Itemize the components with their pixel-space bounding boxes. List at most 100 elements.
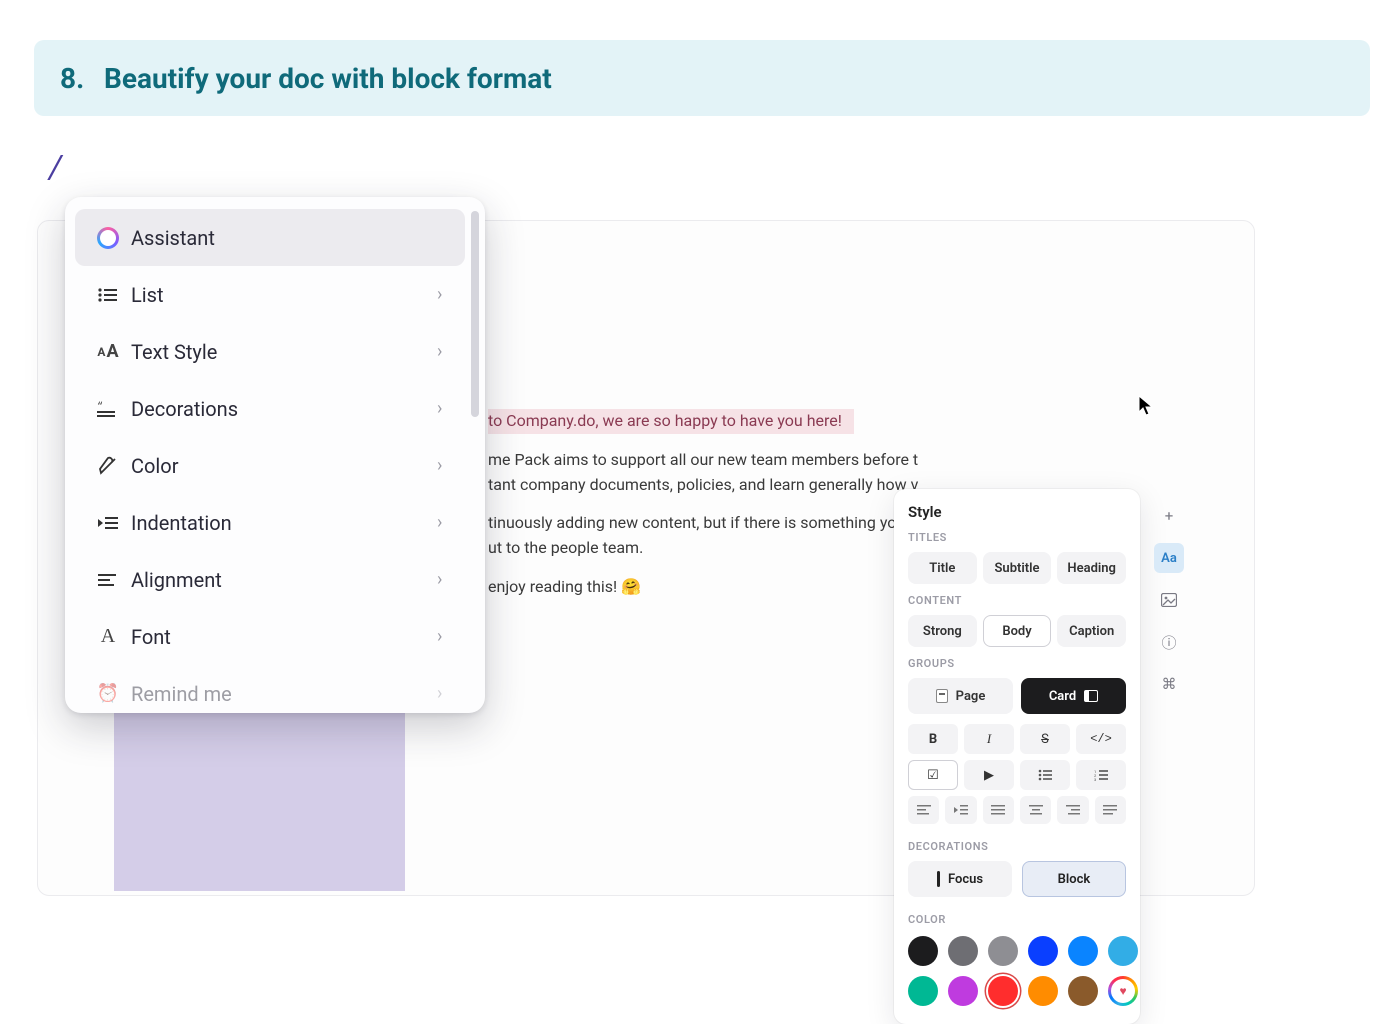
slash-input-cursor[interactable]: / — [49, 148, 62, 186]
checklist-button[interactable]: ☑︎ — [908, 760, 958, 790]
style-strong-button[interactable]: Strong — [908, 615, 977, 647]
strike-button[interactable]: S — [1020, 724, 1070, 754]
chevron-right-icon: › — [437, 683, 465, 704]
menu-item-decorations[interactable]: “Decorations› — [75, 380, 465, 437]
doc-highlighted-line: to Company.do, we are so happy to have y… — [488, 409, 854, 434]
menu-item-label: Alignment — [131, 568, 437, 592]
menu-item-remind-me[interactable]: ⏰ Remind me› — [75, 665, 465, 713]
chevron-right-icon: › — [437, 626, 465, 647]
color-swatch[interactable] — [1068, 976, 1098, 1006]
focus-bar-icon — [937, 871, 940, 887]
bulleted-icon — [1038, 769, 1052, 781]
menu-item-label: Decorations — [131, 397, 437, 421]
color-swatches — [908, 936, 1126, 1006]
bold-button[interactable]: B — [908, 724, 958, 754]
decoration-block-button[interactable]: Block — [1022, 861, 1126, 897]
decorations-label: DECORATIONS — [908, 840, 1126, 853]
chevron-right-icon: › — [437, 284, 465, 305]
groups-label: GROUPS — [908, 657, 1126, 670]
menu-item-indentation[interactable]: Indentation› — [75, 494, 465, 551]
indent-icon — [98, 515, 118, 531]
sidebar-image-button[interactable] — [1154, 585, 1184, 615]
code-button[interactable]: </> — [1076, 724, 1126, 754]
section-header: 8. Beautify your doc with block format — [34, 40, 1370, 116]
mouse-cursor-icon — [1138, 395, 1156, 417]
chevron-right-icon: › — [437, 341, 465, 362]
svg-text:3: 3 — [1094, 777, 1096, 781]
menu-item-text-style[interactable]: AAText Style› — [75, 323, 465, 380]
chevron-right-icon: › — [437, 569, 465, 590]
play-icon: ▶ — [984, 768, 994, 783]
right-sidebar: + Aa ⓘ ⌘ — [1152, 501, 1186, 699]
decorations-icon: “ — [97, 401, 119, 417]
section-number: 8. — [60, 62, 104, 95]
chevron-right-icon: › — [437, 512, 465, 533]
align-left-button[interactable] — [908, 796, 939, 824]
align-full-button[interactable] — [1095, 796, 1126, 824]
toggle-list-button[interactable]: ▶ — [964, 760, 1014, 790]
color-swatch[interactable] — [908, 936, 938, 966]
style-body-button[interactable]: Body — [983, 615, 1052, 647]
color-swatch[interactable] — [1108, 976, 1138, 1006]
menu-item-list[interactable]: List› — [75, 266, 465, 323]
align-justify-button[interactable] — [983, 796, 1014, 824]
numbered-icon: 1 2 3 — [1094, 769, 1108, 781]
content-label: CONTENT — [908, 594, 1126, 607]
card-icon — [1084, 690, 1098, 702]
decoration-focus-button[interactable]: Focus — [908, 861, 1012, 897]
assistant-icon — [97, 227, 119, 249]
color-swatch[interactable] — [988, 936, 1018, 966]
color-swatch[interactable] — [908, 976, 938, 1006]
menu-item-alignment[interactable]: Alignment› — [75, 551, 465, 608]
style-title-button[interactable]: Title — [908, 552, 977, 584]
menu-item-label: Font — [131, 625, 437, 649]
menu-item-label: List — [131, 283, 437, 307]
menu-item-assistant[interactable]: Assistant — [75, 209, 465, 266]
style-panel-title: Style — [908, 503, 1126, 521]
style-heading-button[interactable]: Heading — [1057, 552, 1126, 584]
align-right-button[interactable] — [1057, 796, 1088, 824]
menu-item-label: Color — [131, 454, 437, 478]
menu-item-color[interactable]: Color› — [75, 437, 465, 494]
menu-item-label: Assistant — [131, 226, 437, 250]
section-title: Beautify your doc with block format — [104, 62, 552, 95]
checkbox-icon: ☑︎ — [927, 768, 939, 783]
align-icon — [98, 572, 118, 588]
group-card-button[interactable]: Card — [1021, 678, 1126, 714]
menu-item-label: Indentation — [131, 511, 437, 535]
slash-command-menu: AssistantList›AAText Style›“Decorations›… — [65, 197, 485, 713]
color-swatch[interactable] — [988, 976, 1018, 1006]
document-block-preview — [114, 711, 405, 891]
clock-icon: ⏰ — [97, 683, 119, 705]
color-swatch[interactable] — [1108, 936, 1138, 966]
group-page-button[interactable]: Page — [908, 678, 1013, 714]
indent-increase-button[interactable] — [945, 796, 976, 824]
bulleted-list-button[interactable] — [1020, 760, 1070, 790]
titles-label: TITLES — [908, 531, 1126, 544]
scrollbar-thumb[interactable] — [471, 211, 479, 417]
list-icon — [98, 287, 118, 303]
color-swatch[interactable] — [1028, 976, 1058, 1006]
style-caption-button[interactable]: Caption — [1057, 615, 1126, 647]
page-icon — [936, 689, 948, 703]
align-center-button[interactable] — [1020, 796, 1051, 824]
menu-item-font[interactable]: A Font› — [75, 608, 465, 665]
italic-button[interactable]: I — [964, 724, 1014, 754]
color-swatch[interactable] — [1028, 936, 1058, 966]
sidebar-add-button[interactable]: + — [1154, 501, 1184, 531]
chevron-right-icon: › — [437, 455, 465, 476]
style-panel: Style TITLES Title Subtitle Heading CONT… — [894, 489, 1140, 1024]
menu-item-label: Remind me — [131, 682, 437, 706]
color-label: COLOR — [908, 913, 1126, 926]
style-subtitle-button[interactable]: Subtitle — [983, 552, 1052, 584]
color-swatch[interactable] — [948, 976, 978, 1006]
sidebar-cmd-button[interactable]: ⌘ — [1154, 669, 1184, 699]
font-icon: A — [101, 625, 115, 648]
color-swatch[interactable] — [948, 936, 978, 966]
color-icon — [98, 456, 118, 476]
sidebar-info-button[interactable]: ⓘ — [1154, 627, 1184, 657]
sidebar-style-button[interactable]: Aa — [1154, 543, 1184, 573]
menu-item-label: Text Style — [131, 340, 437, 364]
numbered-list-button[interactable]: 1 2 3 — [1076, 760, 1126, 790]
color-swatch[interactable] — [1068, 936, 1098, 966]
